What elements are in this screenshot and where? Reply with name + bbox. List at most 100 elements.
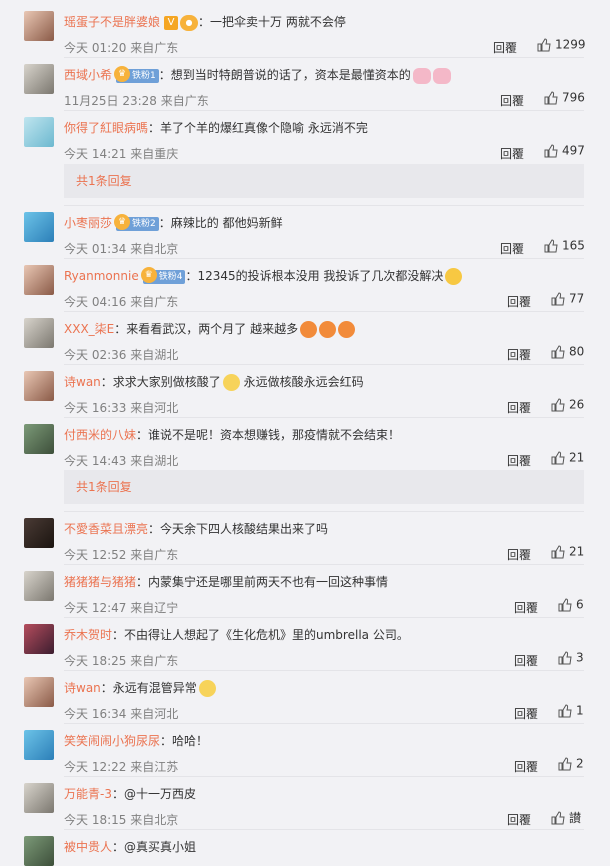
username[interactable]: Ryanmonnie [64,269,139,283]
thumbs-up-icon [544,143,558,158]
avatar[interactable] [24,64,54,94]
like-button[interactable]: 77 [551,291,584,306]
like-button[interactable]: 21 [551,450,584,465]
username[interactable]: 诗wan [64,375,101,389]
like-button[interactable]: 796 [544,90,585,105]
comment-time: 今天 02:36 [64,348,127,362]
comment-text: ：永远有混管异常 [100,681,197,695]
avatar[interactable] [24,571,54,601]
like-count: 讃 [569,811,582,825]
like-count: 497 [562,143,585,158]
reply-button[interactable]: 回覆 [514,758,538,775]
cry-emoji-icon [198,680,216,697]
like-button[interactable]: 497 [544,143,585,158]
sub-reply-bar[interactable]: 共1条回复 [64,164,584,198]
like-count: 2 [576,756,584,771]
sub-reply-count[interactable]: 共1条回复 [76,480,132,494]
avatar[interactable] [24,783,54,813]
comment-time: 今天 16:34 [64,707,127,721]
comment-text: ：12345的投诉根本没用 我投诉了几次都没解决 [185,269,444,283]
username[interactable]: 诗wan [64,681,101,695]
avatar[interactable] [24,836,54,866]
reply-button[interactable]: 回覆 [514,705,538,722]
divider [64,258,584,259]
avatar[interactable] [24,624,54,654]
avatar[interactable] [24,318,54,348]
username[interactable]: 猪猪猪与猪猪 [64,575,136,589]
avatar[interactable] [24,730,54,760]
divider [64,110,584,111]
like-button[interactable]: 165 [544,238,585,253]
reply-button[interactable]: 回覆 [514,652,538,669]
thumbs-up-icon [551,810,565,825]
divider [64,564,584,565]
comment-time: 今天 12:52 [64,548,127,562]
comment-source: 来自北京 [130,242,179,256]
fan-badge: ♛ 铁粉2 [114,213,159,231]
reply-button[interactable]: 回覆 [507,452,531,469]
username[interactable]: 被中贵人 [64,840,112,854]
thumbs-up-icon [537,37,551,52]
like-button[interactable]: 1299 [537,37,586,52]
reply-button[interactable]: 回覆 [507,346,531,363]
username[interactable]: 西域小希 [64,68,112,82]
comment-source: 来自广东 [130,295,179,309]
like-count: 26 [569,397,585,412]
reply-button[interactable]: 回覆 [507,293,531,310]
username[interactable]: 不愛香菜且漂亮 [64,522,148,536]
thumbs-up-icon [551,450,565,465]
avatar[interactable] [24,117,54,147]
comment-source: 来自湖北 [130,348,179,362]
reply-button[interactable]: 回覆 [507,546,531,563]
avatar[interactable] [24,677,54,707]
sub-reply-count[interactable]: 共1条回复 [76,174,132,188]
username[interactable]: 小枣丽莎 [64,216,112,230]
comment-time: 今天 04:16 [64,295,127,309]
comment-text: ：不由得让人想起了《生化危机》里的umbrella 公司。 [112,628,409,642]
sub-reply-bar[interactable]: 共1条回复 [64,470,584,504]
like-count: 77 [569,291,585,306]
avatar[interactable] [24,11,54,41]
thumbs-up-icon [544,90,558,105]
reply-button[interactable]: 回覆 [493,39,517,56]
reply-button[interactable]: 回覆 [507,399,531,416]
comment-time: 今天 01:34 [64,242,127,256]
divider [64,670,584,671]
username[interactable]: 瑶蛋子不是胖婆娘 [64,15,160,29]
avatar[interactable] [24,265,54,295]
like-button[interactable]: 1 [558,703,584,718]
comment-source: 来自广东 [130,654,179,668]
divider [64,364,584,365]
reply-button[interactable]: 回覆 [507,811,531,828]
like-button[interactable]: 2 [558,756,584,771]
like-button[interactable]: 讃 [551,809,581,826]
like-button[interactable]: 6 [558,597,584,612]
comment-source: 来自广东 [130,548,179,562]
crown-icon: ♛ [114,65,131,82]
divider [64,511,584,512]
username[interactable]: XXX_柒E [64,322,114,336]
like-button[interactable]: 21 [551,544,584,559]
username[interactable]: 笑笑闹闹小狗尿尿 [64,734,160,748]
divider [64,617,584,618]
reply-button[interactable]: 回覆 [500,240,524,257]
username[interactable]: 万能青-3 [64,787,112,801]
avatar[interactable] [24,212,54,242]
like-count: 796 [562,90,585,105]
reply-button[interactable]: 回覆 [500,145,524,162]
thumbs-up-icon [551,544,565,559]
reply-button[interactable]: 回覆 [500,92,524,109]
comment-time: 今天 12:47 [64,601,127,615]
like-button[interactable]: 3 [558,650,584,665]
divider [64,57,584,58]
avatar[interactable] [24,371,54,401]
username[interactable]: 付西米的八妹 [64,428,136,442]
like-button[interactable]: 26 [551,397,584,412]
like-button[interactable]: 80 [551,344,584,359]
username[interactable]: 乔木贺时 [64,628,112,642]
username[interactable]: 你得了紅眼病嗎 [64,121,148,135]
avatar[interactable] [24,518,54,548]
fan-badge: ♛ 铁粉4 [140,266,186,284]
reply-button[interactable]: 回覆 [514,599,538,616]
avatar[interactable] [24,424,54,454]
